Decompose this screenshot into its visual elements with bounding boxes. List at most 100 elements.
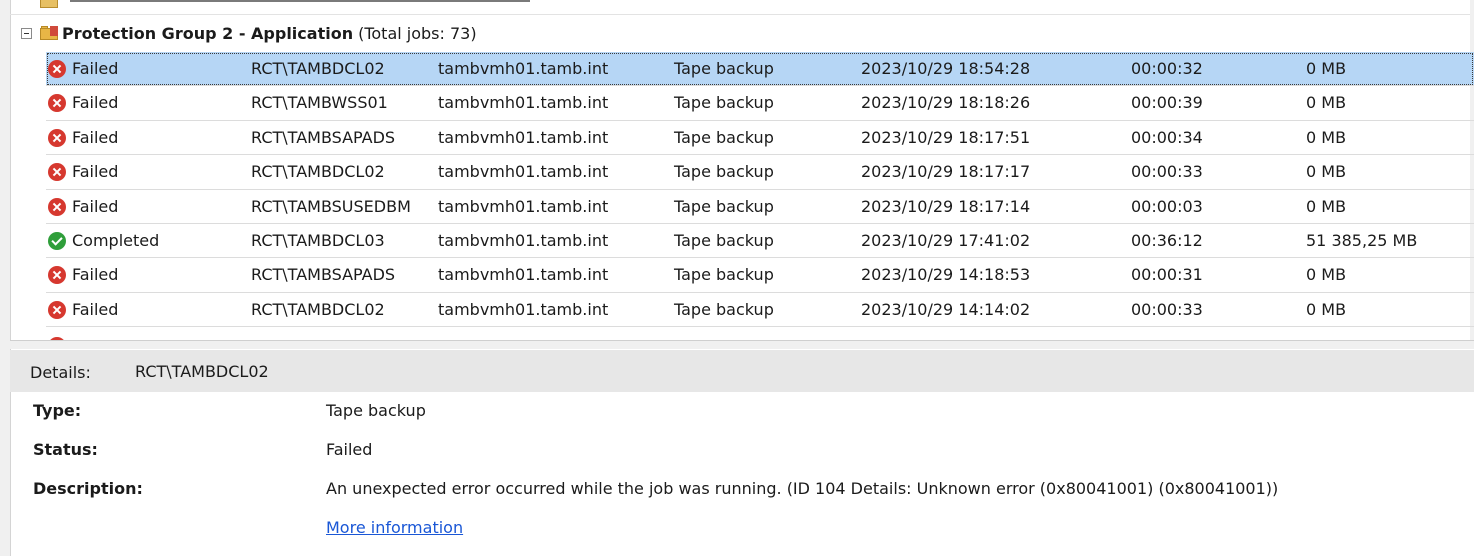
job-server: tambvmh01.tamb.int [438,265,609,285]
detail-type-row: Type: Tape backup [33,396,1433,426]
job-status: Failed [48,86,118,120]
job-duration: 00:00:39 [1131,93,1203,113]
table-row[interactable]: Completed RCT\TAMBDCL03 tambvmh01.tamb.int… [46,224,1474,259]
failed-icon [48,60,66,78]
job-time: 2023/10/29 18:17:17 [861,162,1031,182]
collapse-icon[interactable] [21,27,32,39]
job-type: Tape backup [674,127,774,147]
job-type: Tape backup [674,299,774,319]
job-name: RCT\TAMBWSS01 [251,93,388,113]
job-time: 2023/10/29 18:18:26 [861,93,1031,113]
failed-icon [48,128,66,147]
job-size: 0 MB [1306,196,1347,216]
job-size: 0 MB [1306,59,1347,78]
job-name: RCT\TAMBDCL02 [251,162,385,182]
failed-icon [48,197,66,216]
table-row-partial[interactable] [46,327,1474,340]
job-duration: 00:00:33 [1131,162,1203,182]
job-time: 2023/10/29 14:18:53 [861,265,1031,285]
failed-icon [48,266,66,285]
job-status-text: Failed [72,196,119,216]
job-type: Tape backup [674,162,774,182]
details-selected-name: RCT\TAMBDCL02 [135,362,269,381]
failed-icon [48,94,66,113]
job-time: 2023/10/29 18:17:51 [861,127,1031,147]
status-value: Failed [326,440,373,459]
job-status: Failed [48,155,118,189]
job-size: 51 385,25 MB [1306,230,1418,250]
table-row[interactable]: Failed RCT\TAMBDCL02 tambvmh01.tamb.int Tap… [46,293,1474,328]
table-row[interactable]: Failed RCT\TAMBSAPADS tambvmh01.tamb.int Ta… [46,121,1474,156]
job-type: Tape backup [674,93,774,113]
job-type: Tape backup [674,196,774,216]
job-status: Failed [48,293,118,327]
job-server: tambvmh01.tamb.int [438,162,609,182]
job-duration: 00:00:03 [1131,196,1203,216]
job-status-text: Completed [72,230,160,250]
job-server: tambvmh01.tamb.int [438,196,609,216]
status-label: Status: [33,440,98,459]
job-server: tambvmh01.tamb.int [438,127,609,147]
protection-group-folder-icon [40,26,58,40]
job-name: RCT\TAMBDCL03 [251,230,385,250]
job-status-text: Failed [72,162,119,182]
failed-icon [48,300,66,319]
type-value: Tape backup [326,401,426,420]
detail-status-row: Status: Failed [33,435,1433,465]
completed-icon [48,231,66,250]
job-duration: 00:00:34 [1131,127,1203,147]
previous-group-row-cut [10,0,1470,15]
description-label: Description: [33,479,143,498]
job-time: 2023/10/29 14:14:02 [861,299,1031,319]
type-label: Type: [33,401,82,420]
table-row[interactable]: Failed RCT\TAMBDCL02 tambvmh01.tamb.int Tap… [46,52,1474,87]
detail-description-row: Description: An unexpected error occurre… [33,474,1433,504]
job-size: 0 MB [1306,299,1347,319]
job-server: tambvmh01.tamb.int [438,299,609,319]
protection-group-job-count: (Total jobs: 73) [358,23,477,43]
job-size: 0 MB [1306,93,1347,113]
job-time: 2023/10/29 17:41:02 [861,230,1031,250]
table-row[interactable]: Failed RCT\TAMBDCL02 tambvmh01.tamb.int Tap… [46,155,1474,190]
more-information-link[interactable]: More information [326,513,463,543]
job-duration: 00:00:33 [1131,299,1203,319]
job-size: 0 MB [1306,265,1347,285]
job-name: RCT\TAMBDCL02 [251,299,385,319]
job-status-text: Failed [72,127,119,147]
job-status: Completed [48,224,159,258]
job-status: Failed [48,52,118,86]
table-row[interactable]: Failed RCT\TAMBSAPADS tambvmh01.tamb.int Ta… [46,258,1474,293]
job-status-text: Failed [72,265,119,285]
job-size: 0 MB [1306,162,1347,182]
cut-text-fragment [70,0,530,2]
job-duration: 00:36:12 [1131,230,1203,250]
protection-group-name: Protection Group 2 - Application [62,23,354,43]
protection-group-row[interactable]: Protection Group 2 - Application (Total … [10,18,1470,48]
job-name: RCT\TAMBDCL02 [251,59,385,78]
job-type: Tape backup [674,59,774,78]
job-size: 0 MB [1306,127,1347,147]
details-header: Details: RCT\TAMBDCL02 [10,350,1474,392]
folder-icon [40,0,58,8]
job-status: Failed [48,190,118,224]
job-type: Tape backup [674,265,774,285]
job-time: 2023/10/29 18:54:28 [861,59,1031,78]
left-pane-edge [0,0,11,556]
job-name: RCT\TAMBSUSEDBM [251,196,411,216]
table-row[interactable]: Failed RCT\TAMBSUSEDBM tambvmh01.tamb.int T… [46,190,1474,224]
job-status-text: Failed [72,299,119,319]
job-type: Tape backup [674,230,774,250]
job-time: 2023/10/29 18:17:14 [861,196,1031,216]
pane-splitter[interactable] [10,340,1474,349]
job-status: Failed [48,258,118,292]
table-row[interactable]: Failed RCT\TAMBWSS01 tambvmh01.tamb.int Tap… [46,86,1474,121]
description-value: An unexpected error occurred while the j… [326,479,1279,498]
job-duration: 00:00:31 [1131,265,1203,285]
job-server: tambvmh01.tamb.int [438,93,609,113]
details-label: Details: [30,363,91,382]
failed-icon [48,163,66,182]
job-name: RCT\TAMBSAPADS [251,127,396,147]
detail-link-row: More information [33,513,1433,543]
job-status-text: Failed [72,59,119,78]
job-name: RCT\TAMBSAPADS [251,265,396,285]
